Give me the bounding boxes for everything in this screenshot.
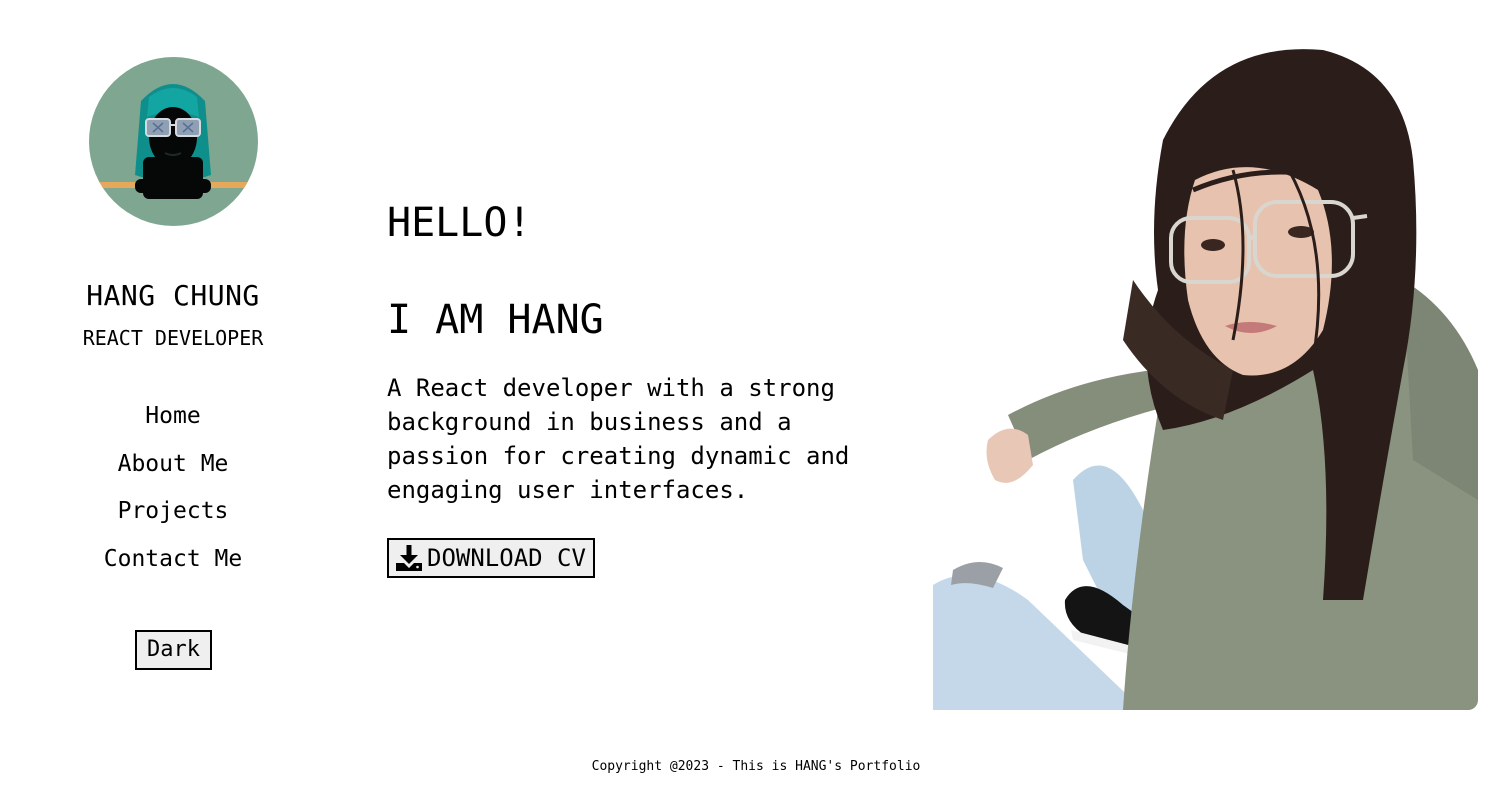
hero-greeting: HELLO! [387,200,532,246]
footer-copyright: Copyright @2023 - This is HANG's Portfol… [591,759,921,774]
profile-photo [933,40,1478,710]
profile-role: REACT DEVELOPER [82,326,264,350]
nav-item-contact-me: Contact Me [0,543,346,591]
hero-headline: I AM HANG [387,297,604,343]
nav-link-contact-me[interactable]: Contact Me [104,543,242,575]
hero-description: A React developer with a strong backgrou… [387,374,850,504]
cartoon-avatar-icon [89,57,258,226]
nav-item-projects: Projects [0,495,346,543]
nav-link-about-me[interactable]: About Me [118,448,229,480]
nav-item-home: Home [0,400,346,448]
nav-link-home[interactable]: Home [145,400,200,432]
download-cv-label: DOWNLOAD CV [427,544,586,572]
dark-mode-button[interactable]: Dark [135,630,212,670]
nav-item-about-me: About Me [0,448,346,496]
avatar [89,57,258,226]
download-icon [395,544,423,572]
download-cv-button[interactable]: DOWNLOAD CV [387,538,595,578]
profile-name: HANG CHUNG [86,279,260,312]
nav-link-projects[interactable]: Projects [118,495,229,527]
sidebar-nav: Home About Me Projects Contact Me [0,400,346,590]
portfolio-page: HANG CHUNG REACT DEVELOPER Home About Me… [0,0,1512,794]
sidebar: HANG CHUNG REACT DEVELOPER Home About Me… [0,0,346,710]
